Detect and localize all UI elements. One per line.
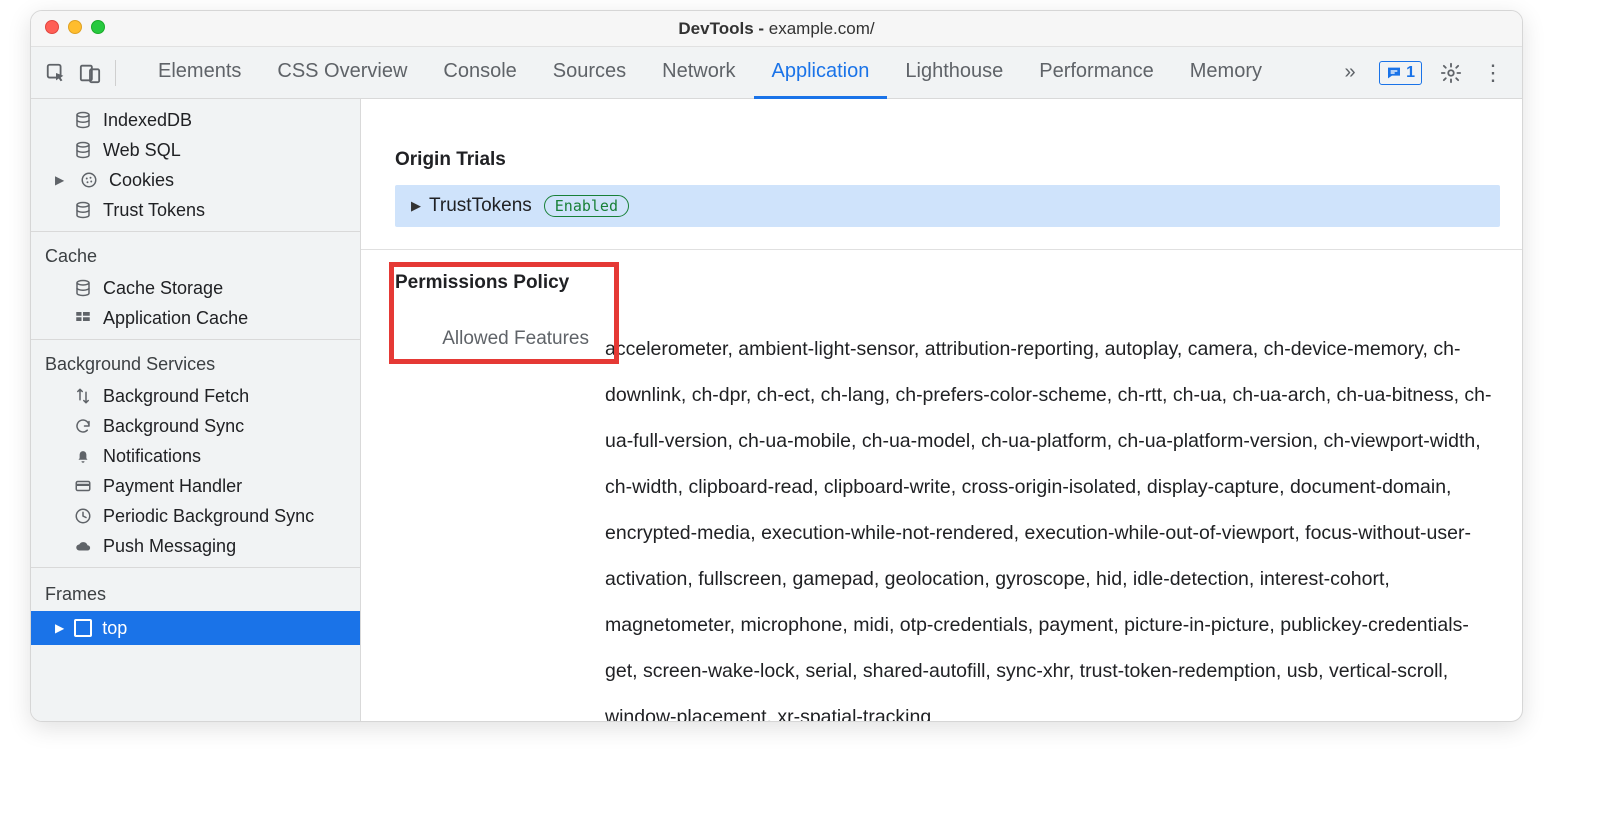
- sidebar-item-web-sql[interactable]: Web SQL: [31, 135, 360, 165]
- inspect-element-icon[interactable]: [41, 58, 71, 88]
- sidebar-section-bg: Background Services: [31, 346, 360, 381]
- permissions-policy-title: Permissions Policy: [395, 272, 1500, 294]
- sidebar-section-cache: Cache: [31, 238, 360, 273]
- divider: [115, 60, 116, 86]
- origin-trials-title: Origin Trials: [395, 149, 1500, 171]
- devtools-window: DevTools - example.com/ ElementsCSS Over…: [30, 10, 1523, 722]
- sidebar-item-label: Background Sync: [103, 416, 244, 437]
- sidebar-item-label: Payment Handler: [103, 476, 242, 497]
- issues-badge[interactable]: 1: [1379, 61, 1422, 85]
- zoom-window-button[interactable]: [91, 20, 105, 34]
- swap-icon: [73, 386, 93, 406]
- frame-icon: [74, 619, 92, 637]
- clock-icon: [73, 506, 93, 526]
- tab-sources[interactable]: Sources: [535, 47, 644, 99]
- sync-icon: [73, 416, 93, 436]
- sidebar-item-label: Cookies: [109, 170, 174, 191]
- sidebar-item-push-messaging[interactable]: Push Messaging: [31, 531, 360, 561]
- grid-icon: [73, 308, 93, 328]
- sidebar-item-trust-tokens[interactable]: Trust Tokens: [31, 195, 360, 225]
- sidebar-item-label: IndexedDB: [103, 110, 192, 131]
- sidebar-item-label: Background Fetch: [103, 386, 249, 407]
- kebab-menu-icon[interactable]: ⋮: [1480, 60, 1506, 86]
- more-tabs-icon[interactable]: »: [1337, 60, 1363, 86]
- chevron-right-icon: ▶: [55, 621, 64, 635]
- sidebar-item-label: Push Messaging: [103, 536, 236, 557]
- frame-top[interactable]: ▶ top: [31, 611, 360, 645]
- sidebar-item-label: Periodic Background Sync: [103, 506, 314, 527]
- window-title: DevTools - example.com/: [678, 19, 874, 39]
- sidebar-item-indexeddb[interactable]: IndexedDB: [31, 105, 360, 135]
- allowed-features-value: accelerometer, ambient-light-sensor, att…: [605, 326, 1500, 721]
- sidebar-item-notifications[interactable]: Notifications: [31, 441, 360, 471]
- tab-memory[interactable]: Memory: [1172, 47, 1280, 99]
- sidebar-item-label: Cache Storage: [103, 278, 223, 299]
- origin-trial-row[interactable]: ▶ TrustTokens Enabled: [395, 185, 1500, 227]
- origin-trial-name: TrustTokens: [429, 195, 532, 217]
- panel-tabbar: ElementsCSS OverviewConsoleSourcesNetwor…: [31, 47, 1522, 99]
- settings-gear-icon[interactable]: [1438, 60, 1464, 86]
- device-toggle-icon[interactable]: [75, 58, 105, 88]
- section-divider: [361, 249, 1522, 250]
- sidebar-item-periodic-background-sync[interactable]: Periodic Background Sync: [31, 501, 360, 531]
- sidebar-item-cookies[interactable]: ▶ Cookies: [31, 165, 360, 195]
- minimize-window-button[interactable]: [68, 20, 82, 34]
- tab-application[interactable]: Application: [754, 47, 888, 99]
- sidebar-item-payment-handler[interactable]: Payment Handler: [31, 471, 360, 501]
- frame-details-pane: Origin Trials ▶ TrustTokens Enabled Perm…: [361, 99, 1522, 721]
- sidebar-item-label: Web SQL: [103, 140, 181, 161]
- traffic-lights: [45, 20, 105, 34]
- chevron-right-icon: ▶: [411, 198, 421, 214]
- db-icon: [73, 278, 93, 298]
- card-icon: [73, 476, 93, 496]
- sidebar-item-label: Application Cache: [103, 308, 248, 329]
- sidebar-item-label: Trust Tokens: [103, 200, 205, 221]
- tab-network[interactable]: Network: [644, 47, 753, 99]
- sidebar-item-cache-storage[interactable]: Cache Storage: [31, 273, 360, 303]
- tab-css-overview[interactable]: CSS Overview: [259, 47, 425, 99]
- db-icon: [73, 140, 93, 160]
- sidebar-item-application-cache[interactable]: Application Cache: [31, 303, 360, 333]
- application-sidebar: IndexedDB Web SQL ▶ Cookies Trust Tokens Cac…: [31, 99, 361, 721]
- tab-console[interactable]: Console: [425, 47, 534, 99]
- db-icon: [73, 110, 93, 130]
- allowed-features-label: Allowed Features: [395, 326, 605, 350]
- sidebar-section-frames: Frames: [31, 574, 360, 611]
- db-icon: [73, 200, 93, 220]
- titlebar: DevTools - example.com/: [31, 11, 1522, 47]
- chevron-right-icon: ▶: [55, 173, 65, 187]
- sidebar-item-background-fetch[interactable]: Background Fetch: [31, 381, 360, 411]
- tab-performance[interactable]: Performance: [1021, 47, 1172, 99]
- frame-label: top: [102, 618, 127, 639]
- cookie-icon: [79, 170, 99, 190]
- bell-icon: [73, 446, 93, 466]
- tab-elements[interactable]: Elements: [140, 47, 259, 99]
- close-window-button[interactable]: [45, 20, 59, 34]
- sidebar-item-background-sync[interactable]: Background Sync: [31, 411, 360, 441]
- origin-trial-status-badge: Enabled: [544, 195, 629, 217]
- sidebar-item-label: Notifications: [103, 446, 201, 467]
- cloud-icon: [73, 536, 93, 556]
- tab-lighthouse[interactable]: Lighthouse: [887, 47, 1021, 99]
